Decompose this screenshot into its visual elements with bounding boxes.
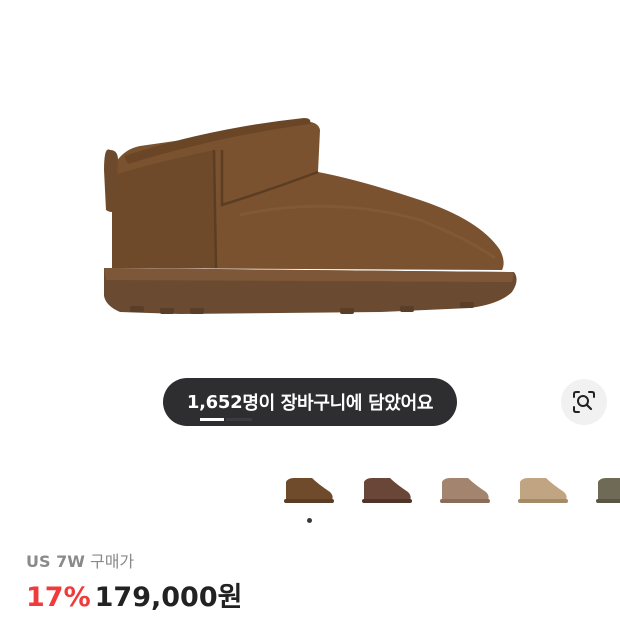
thumb-boot-image xyxy=(596,478,620,503)
selected-size: US 7W xyxy=(26,552,85,571)
cart-count-text: 명이 장바구니에 담았어요 xyxy=(242,393,434,414)
product-image-carousel[interactable]: 1,652 명이 장바구니에 담았어요 xyxy=(0,0,620,460)
color-option-list xyxy=(278,466,620,514)
color-option-thumb[interactable] xyxy=(356,466,416,514)
thumb-boot-image xyxy=(362,478,412,503)
cart-count-number: 1,652 xyxy=(186,391,243,413)
price-line: 17% 179,000원 xyxy=(26,575,242,614)
color-option-thumb[interactable] xyxy=(512,466,572,514)
size-price-type: US 7W 구매가 xyxy=(26,548,134,572)
color-option-thumb[interactable] xyxy=(278,466,338,514)
discount-rate: 17% xyxy=(26,582,91,613)
thumb-boot-image xyxy=(518,478,568,503)
thumb-boot-image xyxy=(440,478,490,503)
progress-rest xyxy=(226,418,252,421)
thumb-boot-image xyxy=(284,478,334,503)
carousel-progress xyxy=(200,418,252,421)
visual-search-button[interactable] xyxy=(561,379,607,425)
color-option-thumb[interactable] xyxy=(434,466,494,514)
color-option-thumb[interactable] xyxy=(590,466,620,514)
visual-search-icon xyxy=(573,391,595,413)
product-price: 179,000원 xyxy=(94,582,243,613)
pagination-dot xyxy=(307,518,312,523)
price-type-label: 구매가 xyxy=(89,552,135,571)
progress-active xyxy=(200,418,224,421)
